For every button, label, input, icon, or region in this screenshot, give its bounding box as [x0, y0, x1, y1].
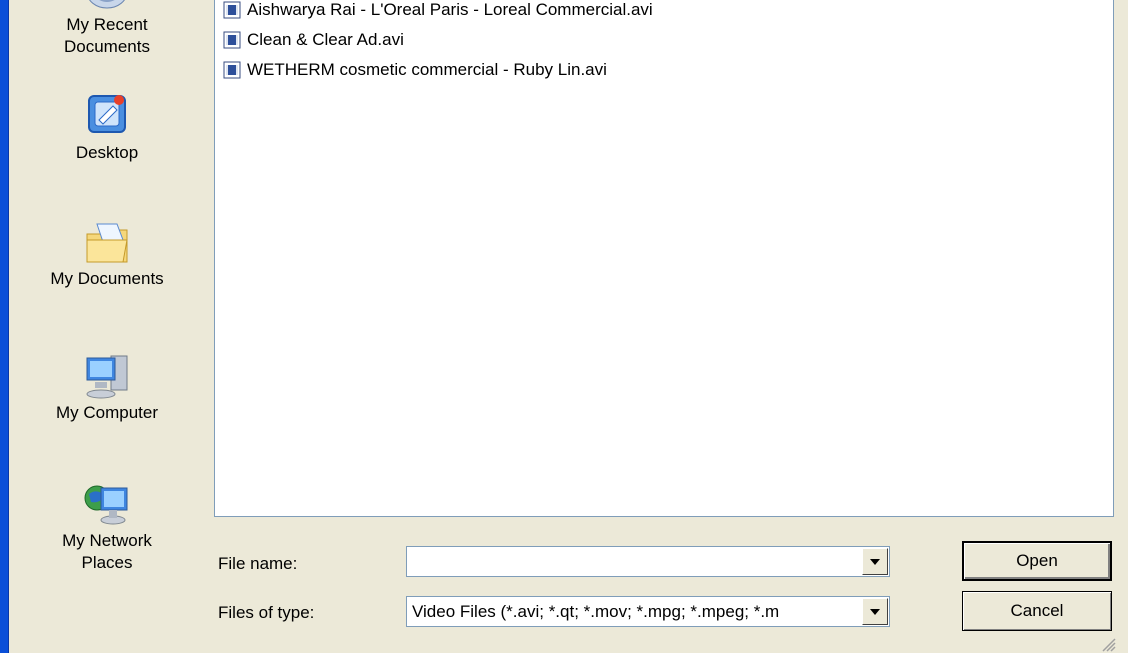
file-name: Aishwarya Rai - L'Oreal Paris - Loreal C… — [247, 0, 653, 19]
recent-documents-icon — [89, 0, 125, 9]
file-type-value: Video Files (*.avi; *.qt; *.mov; *.mpg; … — [412, 601, 780, 621]
place-label: Desktop — [75, 143, 139, 162]
network-places-icon — [84, 485, 128, 525]
file-type-dropdown-button[interactable] — [862, 598, 888, 625]
my-computer-icon — [86, 355, 128, 399]
file-item[interactable]: WETHERM cosmetic commercial - Ruby Lin.a… — [223, 57, 607, 83]
file-name: Clean & Clear Ad.avi — [247, 30, 404, 49]
file-name: WETHERM cosmetic commercial - Ruby Lin.a… — [247, 60, 607, 79]
file-type-combo[interactable]: Video Files (*.avi; *.qt; *.mov; *.mpg; … — [406, 596, 890, 627]
file-name-label: File name: — [218, 554, 298, 573]
place-desktop[interactable]: Desktop — [22, 90, 192, 164]
my-documents-folder-icon — [86, 223, 128, 263]
file-type-label: Files of type: — [218, 603, 315, 622]
chevron-down-icon — [870, 558, 880, 565]
place-label: My Documents — [50, 269, 164, 288]
file-item[interactable]: Clean & Clear Ad.avi — [223, 27, 404, 53]
file-name-dropdown-button[interactable] — [862, 548, 888, 575]
places-bar: My Recent Documents Desktop My Documents… — [22, 0, 192, 653]
place-my-recent-documents[interactable]: My Recent Documents — [22, 0, 192, 58]
resize-grip-icon[interactable] — [1100, 636, 1116, 652]
video-file-icon — [223, 61, 241, 79]
file-list[interactable]: Aishwarya Rai - L'Oreal Paris - Loreal C… — [214, 0, 1114, 517]
file-item[interactable]: Aishwarya Rai - L'Oreal Paris - Loreal C… — [223, 0, 653, 23]
file-name-combo[interactable] — [406, 546, 890, 577]
place-label: My Computer — [55, 403, 159, 422]
open-button[interactable]: Open — [962, 541, 1112, 581]
place-my-computer[interactable]: My Computer — [22, 350, 192, 424]
place-my-documents[interactable]: My Documents — [22, 218, 192, 290]
place-label: My Recent Documents — [64, 15, 150, 56]
window-right-edge — [1120, 0, 1128, 653]
cancel-button[interactable]: Cancel — [962, 591, 1112, 631]
video-file-icon — [223, 31, 241, 49]
window-left-border — [0, 0, 9, 653]
place-label: My Network Places — [62, 531, 152, 572]
place-my-network-places[interactable]: My Network Places — [22, 478, 192, 574]
desktop-icon — [88, 95, 126, 133]
chevron-down-icon — [870, 608, 880, 615]
video-file-icon — [223, 1, 241, 19]
